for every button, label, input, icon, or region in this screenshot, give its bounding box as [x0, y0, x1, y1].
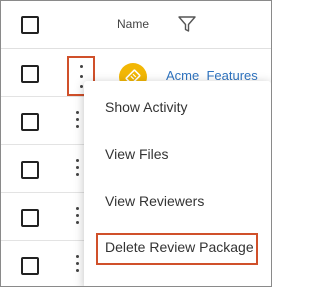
row-actions-icon[interactable] [71, 251, 83, 279]
row-checkbox[interactable] [21, 161, 39, 179]
row-actions-icon[interactable] [71, 155, 83, 183]
row-checkbox[interactable] [21, 113, 39, 131]
row-checkbox[interactable] [21, 65, 39, 83]
menu-item-view-files[interactable]: View Files [84, 132, 271, 179]
row-checkbox[interactable] [21, 257, 39, 275]
select-all-checkbox[interactable] [21, 16, 39, 34]
name-column-header[interactable]: Name [117, 17, 149, 31]
menu-item-label: Delete Review Package [105, 239, 254, 255]
row-actions-icon[interactable] [71, 203, 83, 231]
menu-item-show-activity[interactable]: Show Activity [84, 85, 271, 132]
table-frame: Name Acme_Features Show Activity View Fi… [0, 0, 272, 287]
menu-item-label: View Reviewers [105, 193, 205, 209]
table-header: Name [1, 1, 271, 49]
menu-item-delete-review-package[interactable]: Delete Review Package [84, 227, 271, 274]
menu-item-label: View Files [105, 146, 169, 162]
menu-item-label: Show Activity [105, 99, 188, 115]
filter-icon[interactable] [177, 14, 197, 34]
row-actions-icon[interactable] [71, 107, 83, 135]
menu-item-view-reviewers[interactable]: View Reviewers [84, 179, 271, 226]
row-checkbox[interactable] [21, 209, 39, 227]
row-actions-menu: Show Activity View Files View Reviewers … [84, 81, 271, 286]
